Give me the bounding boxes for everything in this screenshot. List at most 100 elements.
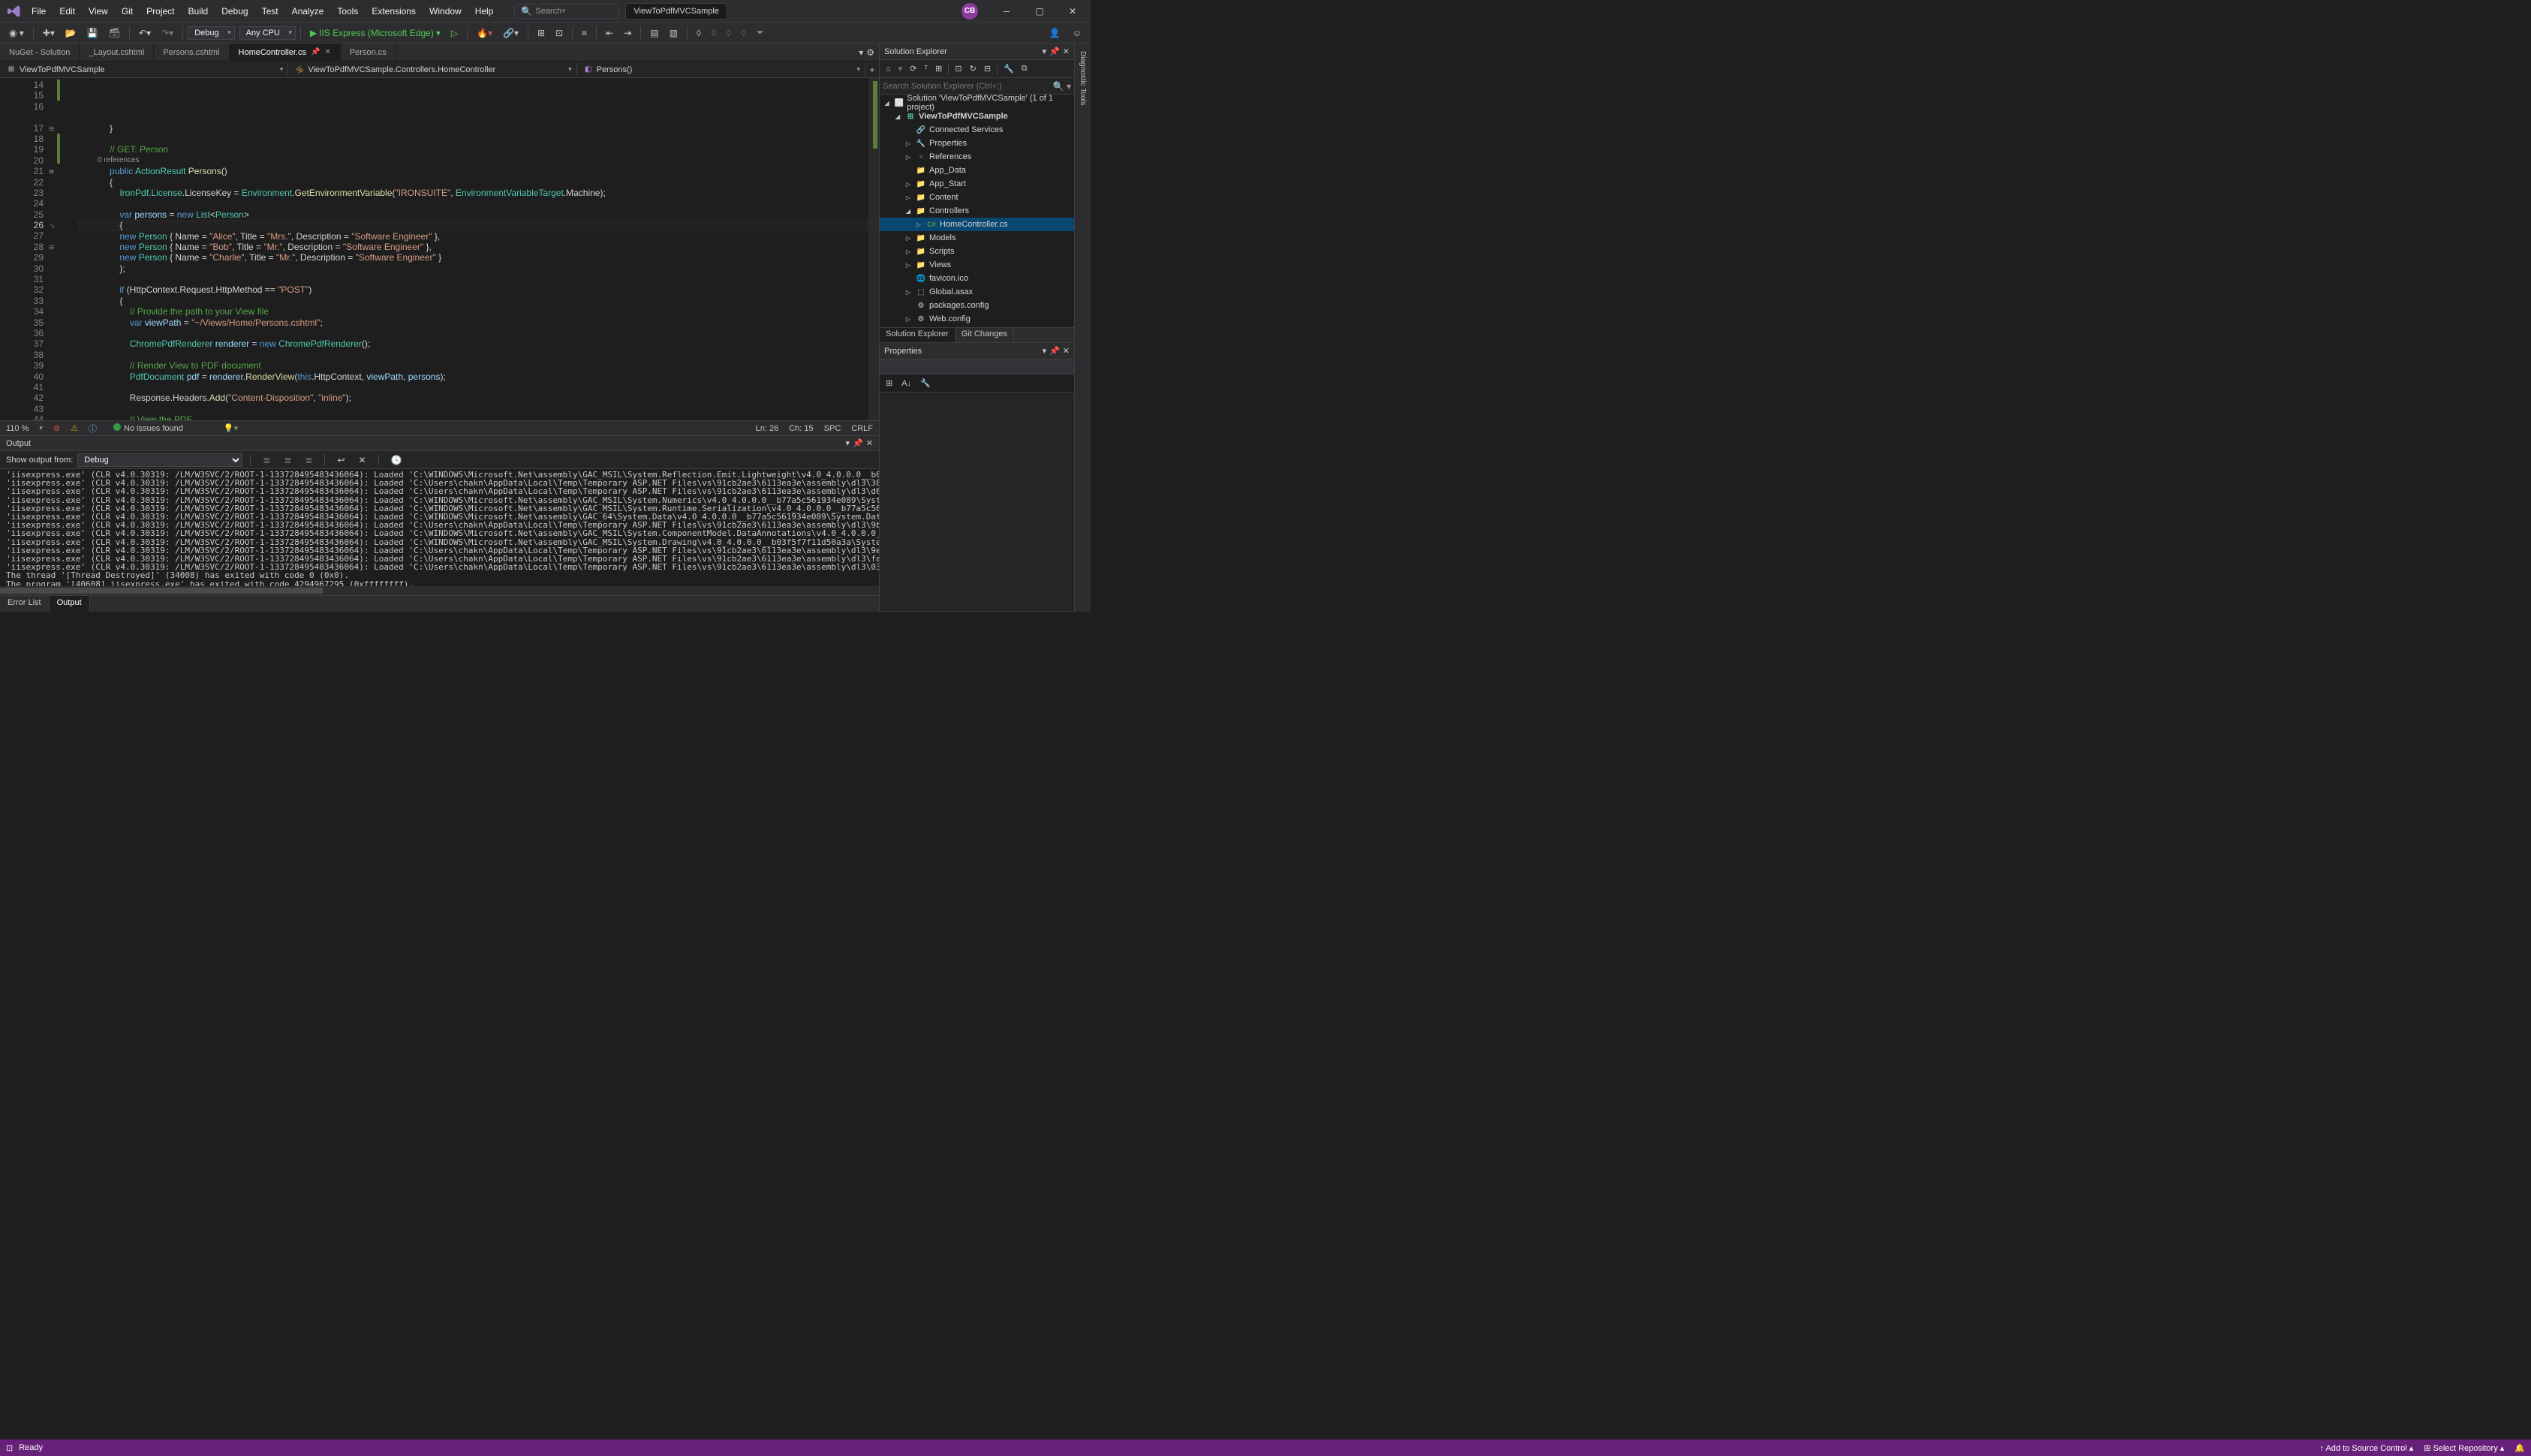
tree-item-models[interactable]: ▷📁Models	[880, 231, 1074, 245]
line-ending[interactable]: CRLF	[851, 424, 873, 433]
zoom-dropdown-icon[interactable]: ▾	[39, 424, 43, 432]
menu-analyze[interactable]: Analyze	[286, 3, 330, 20]
code-line[interactable]: PdfDocument pdf = renderer.RenderView(th…	[80, 372, 879, 382]
code-line[interactable]: {	[80, 296, 879, 306]
feedback-button[interactable]: ☺	[1068, 26, 1086, 41]
project-title-pill[interactable]: ViewToPdfMVCSample	[625, 3, 727, 20]
code-line[interactable]: {	[80, 220, 879, 230]
se-pin-icon[interactable]: 📌	[1049, 47, 1060, 56]
code-editor[interactable]: 14151617⊟18192021⊟2223242526✎2728⊟293031…	[0, 78, 879, 420]
tab-overflow-icon[interactable]: ▾	[859, 47, 863, 58]
output-clear-icon[interactable]: ✕	[354, 453, 371, 468]
tb-icon-3[interactable]: ≡	[577, 26, 591, 41]
props-close-icon[interactable]: ✕	[1063, 346, 1070, 356]
se-tab-git-changes[interactable]: Git Changes	[956, 328, 1014, 342]
props-wrench-icon[interactable]: 🔧	[917, 377, 934, 390]
se-home-icon[interactable]: ⌂	[883, 63, 894, 75]
se-sync-icon[interactable]: ⟳	[907, 62, 919, 75]
code-line[interactable]: public ActionResult Persons()	[80, 166, 879, 176]
tab-persons-cshtml[interactable]: Persons.cshtml	[154, 44, 229, 61]
info-indicator-icon[interactable]: ⓘ	[89, 423, 97, 435]
tab-homecontroller-cs[interactable]: HomeController.cs📌✕	[230, 44, 341, 61]
user-avatar[interactable]: CB	[962, 3, 978, 20]
maximize-button[interactable]: ▢	[1025, 1, 1055, 22]
se-tb-4[interactable]: ᵀ	[921, 63, 931, 75]
code-line[interactable]: var persons = new List<Person>	[80, 209, 879, 220]
code-line[interactable]	[80, 350, 879, 360]
warning-indicator-icon[interactable]: ⚠	[71, 423, 78, 433]
se-preview-icon[interactable]: ⧉	[1019, 62, 1031, 75]
code-line[interactable]: if (HttpContext.Request.HttpMethod == "P…	[80, 284, 879, 295]
menu-window[interactable]: Window	[423, 3, 468, 20]
menu-test[interactable]: Test	[256, 3, 284, 20]
code-line[interactable]: new Person { Name = "Charlie", Title = "…	[80, 252, 879, 263]
tree-item-references[interactable]: ▷▫References	[880, 150, 1074, 164]
output-clock-icon[interactable]: 🕓	[387, 453, 407, 468]
zoom-level[interactable]: 110 %	[6, 424, 29, 433]
error-indicator-icon[interactable]: ⊘	[53, 423, 60, 433]
code-line[interactable]: Response.Headers.Add("Content-Dispositio…	[80, 393, 879, 403]
menu-debug[interactable]: Debug	[215, 3, 254, 20]
tree-item-properties[interactable]: ▷🔧Properties	[880, 137, 1074, 150]
nav-member-dropdown[interactable]: ◧Persons()	[577, 63, 865, 77]
browser-link-button[interactable]: 🔗▾	[498, 26, 523, 41]
notifications-icon[interactable]: 🔔	[2514, 1443, 2525, 1453]
indent-mode[interactable]: SPC	[824, 424, 841, 433]
bottom-tab-output[interactable]: Output	[50, 596, 90, 612]
tb-icon-1[interactable]: ⊞	[533, 26, 549, 41]
lightbulb-icon[interactable]: 💡▾	[224, 423, 238, 433]
tree-item-views[interactable]: ▷📁Views	[880, 258, 1074, 272]
tb-icon-4[interactable]: ⇤	[601, 26, 618, 41]
props-pin-icon[interactable]: 📌	[1049, 346, 1060, 356]
tb-icon-2[interactable]: ⊡	[551, 26, 567, 41]
se-showall-icon[interactable]: ⊡	[952, 62, 965, 75]
properties-object-dropdown[interactable]	[880, 359, 1074, 375]
run-without-debug-button[interactable]: ▷	[447, 26, 462, 41]
tb-icon-6[interactable]: ▤	[646, 26, 663, 41]
tree-item-homecontroller-cs[interactable]: ▷C#HomeController.cs	[880, 218, 1074, 231]
menu-tools[interactable]: Tools	[331, 3, 364, 20]
output-source-dropdown[interactable]: Debug	[77, 453, 242, 467]
open-button[interactable]: 📂	[61, 26, 81, 41]
tb-icon-11[interactable]: ◊	[737, 26, 751, 41]
tab-nuget---solution[interactable]: NuGet - Solution	[0, 44, 80, 61]
tree-item-favicon-ico[interactable]: 🌐favicon.ico	[880, 272, 1074, 285]
output-hscroll[interactable]	[0, 586, 879, 595]
code-line[interactable]: };	[80, 263, 879, 274]
select-repository[interactable]: ⊞ Select Repository ▴	[2424, 1443, 2504, 1453]
menu-file[interactable]: File	[26, 3, 52, 20]
tree-solution-root[interactable]: ◢⬜Solution 'ViewToPdfMVCSample' (1 of 1 …	[880, 96, 1074, 110]
output-tb-2[interactable]: ≣	[279, 453, 296, 468]
tb-icon-7[interactable]: ▥	[665, 26, 682, 41]
tab-person-cs[interactable]: Person.cs	[341, 44, 396, 61]
props-categorized-icon[interactable]: ⊞	[883, 377, 895, 390]
code-line[interactable]: new Person { Name = "Alice", Title = "Mr…	[80, 231, 879, 242]
tree-item-connected-services[interactable]: 🔗Connected Services	[880, 123, 1074, 137]
tab-settings-icon[interactable]: ⚙	[866, 47, 874, 58]
config-dropdown[interactable]: Debug	[188, 26, 234, 40]
tree-item-scripts[interactable]: ▷📁Scripts	[880, 245, 1074, 258]
tab--layout-cshtml[interactable]: _Layout.cshtml	[80, 44, 154, 61]
tree-item-app-data[interactable]: 📁App_Data	[880, 164, 1074, 177]
code-line[interactable]	[80, 404, 879, 414]
code-line[interactable]: }	[80, 123, 879, 134]
tree-item-web-config[interactable]: ▷⚙Web.config	[880, 312, 1074, 326]
minimize-button[interactable]: ─	[992, 1, 1022, 22]
code-area[interactable]: } // GET: Person0 references public Acti…	[57, 78, 879, 420]
nav-back-button[interactable]: ◉ ▾	[5, 26, 29, 41]
tb-icon-9[interactable]: ◊	[707, 26, 721, 41]
nav-class-dropdown[interactable]: 🝰ViewToPdfMVCSample.Controllers.HomeCont…	[288, 63, 576, 77]
save-button[interactable]: 💾	[83, 26, 103, 41]
search-box[interactable]: 🔍 Search ▾	[514, 4, 619, 19]
redo-button[interactable]: ↷▾	[157, 26, 178, 41]
menu-project[interactable]: Project	[140, 3, 180, 20]
tab-close-icon[interactable]: ✕	[324, 48, 330, 56]
code-line[interactable]: ChromePdfRenderer renderer = new ChromeP…	[80, 338, 879, 349]
tree-item-controllers[interactable]: ◢📁Controllers	[880, 204, 1074, 218]
se-refresh-icon[interactable]: ↻	[967, 62, 980, 75]
code-line[interactable]: var viewPath = "~/Views/Home/Persons.csh…	[80, 317, 879, 328]
tree-item-global-asax[interactable]: ▷⬚Global.asax	[880, 285, 1074, 299]
menu-help[interactable]: Help	[469, 3, 500, 20]
code-line[interactable]	[80, 198, 879, 209]
tb-icon-8[interactable]: ◊	[692, 26, 706, 41]
